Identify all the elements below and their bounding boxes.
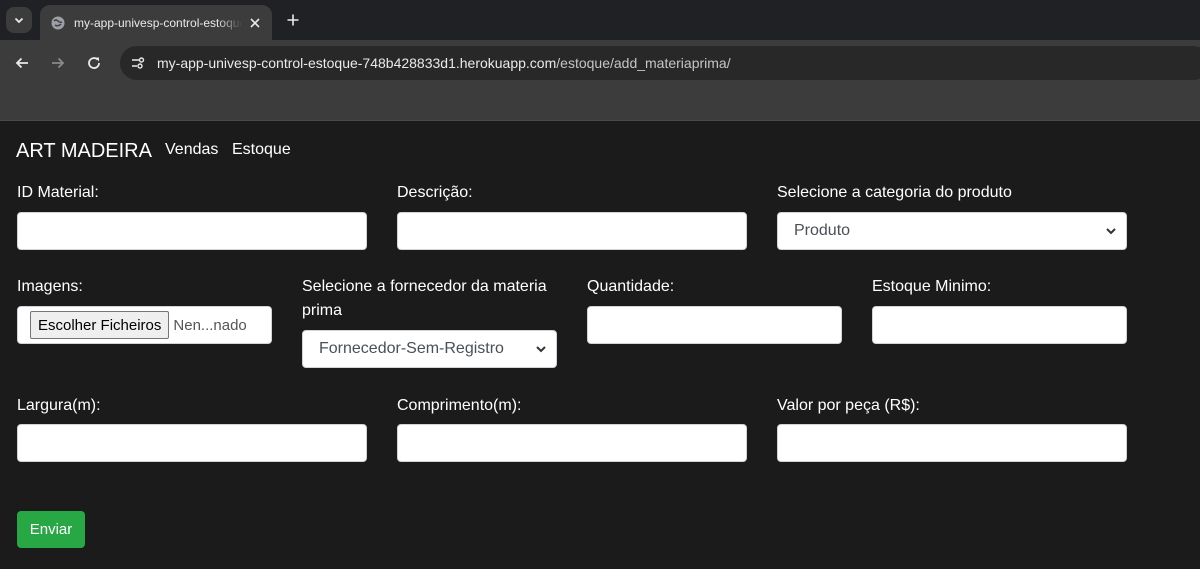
- reload-button[interactable]: [82, 51, 106, 75]
- fornecedor-label-line2: prima: [302, 302, 343, 319]
- chevron-down-icon: [14, 17, 24, 24]
- valor-input[interactable]: [777, 424, 1127, 462]
- largura-input[interactable]: [17, 424, 367, 462]
- categoria-selected-value: Produto: [794, 222, 851, 239]
- quantidade-label: Quantidade:: [587, 278, 675, 295]
- categoria-select[interactable]: Produto: [777, 212, 1127, 250]
- url-host: my-app-univesp-control-estoque-748b42883…: [157, 55, 557, 71]
- estoque-minimo-label: Estoque Minimo:: [872, 278, 992, 295]
- estoque-minimo-input[interactable]: [872, 306, 1127, 344]
- choose-files-button[interactable]: Escolher Ficheiros: [30, 311, 170, 339]
- close-tab-icon[interactable]: [246, 14, 264, 32]
- id-material-label: ID Material:: [17, 184, 99, 201]
- url-path: /estoque/add_materiaprima/: [556, 55, 731, 71]
- descricao-input[interactable]: [397, 212, 747, 250]
- categoria-label: Selecione a categoria do produto: [777, 184, 1012, 201]
- browser-tabstrip: my-app-univesp-control-estoque-748b42883…: [0, 0, 1200, 40]
- valor-label: Valor por peça (R$):: [777, 397, 920, 414]
- globe-icon: [50, 15, 66, 31]
- submit-button[interactable]: Enviar: [17, 511, 85, 548]
- address-url[interactable]: my-app-univesp-control-estoque-748b42883…: [157, 55, 731, 71]
- chevron-down-icon: [536, 346, 546, 353]
- largura-label: Largura(m):: [17, 397, 101, 414]
- imagens-file-input[interactable]: Escolher Ficheiros Nen...nado: [17, 306, 272, 344]
- arrow-right-icon: [52, 57, 65, 69]
- plus-icon: [287, 14, 299, 26]
- descricao-label: Descrição:: [397, 184, 473, 201]
- arrow-left-icon: [15, 57, 28, 69]
- forward-button[interactable]: [46, 51, 70, 75]
- page-body: [0, 121, 1200, 569]
- fornecedor-label-line1: Selecione a fornecedor da materia: [302, 278, 547, 295]
- nav-link-vendas[interactable]: Vendas: [165, 141, 218, 159]
- navbar-brand[interactable]: ART MADEIRA: [16, 140, 152, 163]
- site-settings-icon[interactable]: [128, 53, 148, 73]
- back-button[interactable]: [10, 51, 34, 75]
- new-tab-button[interactable]: [282, 9, 304, 31]
- imagens-label: Imagens:: [17, 278, 83, 295]
- fornecedor-select[interactable]: Fornecedor-Sem-Registro: [302, 330, 557, 368]
- comprimento-label: Comprimento(m):: [397, 397, 522, 414]
- fornecedor-selected-value: Fornecedor-Sem-Registro: [319, 340, 504, 357]
- tab-search-button[interactable]: [6, 7, 32, 33]
- browser-tab[interactable]: my-app-univesp-control-estoque-748b42883…: [40, 5, 272, 40]
- comprimento-input[interactable]: [397, 424, 747, 462]
- bookmark-bar: [0, 85, 1200, 121]
- tab-title: my-app-univesp-control-estoque-748b42883…: [74, 15, 242, 30]
- id-material-input[interactable]: [17, 212, 367, 250]
- nav-link-estoque[interactable]: Estoque: [232, 141, 291, 159]
- chevron-down-icon: [1106, 228, 1116, 235]
- reload-icon: [88, 57, 100, 69]
- file-status-text: Nen...nado: [173, 316, 247, 334]
- quantidade-input[interactable]: [587, 306, 842, 344]
